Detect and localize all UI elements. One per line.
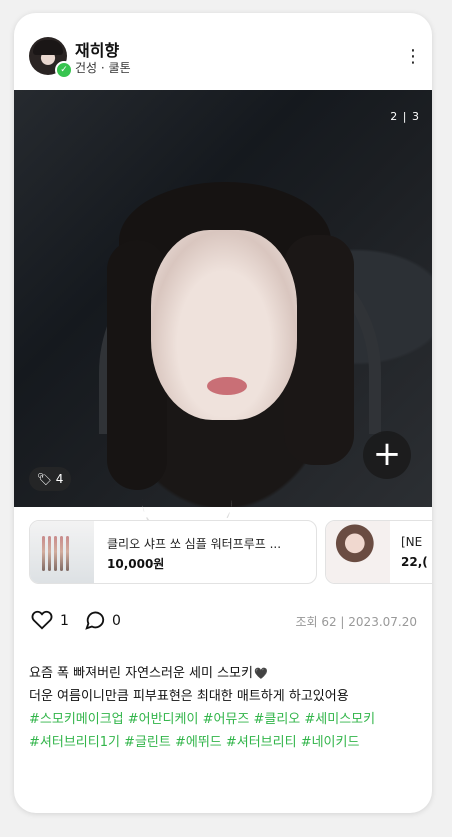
comment-icon[interactable] <box>84 609 106 631</box>
product-carousel[interactable]: 클리오 샤프 쏘 심플 워터프루프 ... 10,000원 [NE 22,( <box>29 520 432 588</box>
verified-icon: ✓ <box>55 61 73 79</box>
photo-counter: 2 | 3 <box>390 110 420 123</box>
eyeliner-pencil-image <box>42 536 45 571</box>
product-card[interactable]: 클리오 샤프 쏘 심플 워터프루프 ... 10,000원 <box>29 520 317 584</box>
product-price: 10,000원 <box>107 557 165 571</box>
post-actions: 1 0 조회 62 | 2023.07.20 <box>29 609 417 633</box>
more-options-icon[interactable]: ⋮ <box>404 46 422 68</box>
like-count: 1 <box>60 613 69 629</box>
product-price: 22,( <box>401 555 428 569</box>
add-button[interactable]: + <box>363 431 411 479</box>
view-date-meta: 조회 62 | 2023.07.20 <box>295 615 417 629</box>
caption-line: 요즘 폭 빠져버린 자연스러운 세미 스모키🖤 <box>29 662 417 685</box>
eyeliner-pencil-image <box>60 536 63 571</box>
tag-count: 4 <box>55 472 64 486</box>
eyeliner-pencil-image <box>54 536 57 571</box>
product-name: 클리오 샤프 쏘 심플 워터프루프 ... <box>107 537 282 551</box>
comment-count: 0 <box>112 613 121 629</box>
product-card[interactable]: [NE 22,( <box>325 520 432 584</box>
tag-count-badge[interactable]: 🏷 4 <box>29 467 71 491</box>
black-heart-icon: 🖤 <box>253 667 268 680</box>
product-name: [NE <box>401 535 423 549</box>
hashtags[interactable]: #스모키메이크업 #어반디케이 #어뮤즈 #클리오 #세미스모키 <box>29 708 417 731</box>
tag-icon: 🏷 <box>36 472 52 486</box>
product-thumbnail <box>326 521 390 583</box>
product-thumbnail <box>30 521 94 583</box>
post-card: ✓ 재히향 건성 · 쿨톤 ⋮ 2 | 3 🏷 4 + 클리오 샤프 쏘 심플 … <box>14 13 432 813</box>
heart-icon[interactable] <box>31 609 53 631</box>
caption-text: 요즘 폭 빠져버린 자연스러운 세미 스모키 <box>29 666 253 681</box>
hashtags[interactable]: #셔터브리티1기 #글린트 #에뛰드 #셔터브리티 #네이키드 <box>29 731 417 754</box>
caption-line: 더운 여름이니만큼 피부표현은 최대한 매트하게 하고있어용 <box>29 689 349 704</box>
post-caption: 요즘 폭 빠져버린 자연스러운 세미 스모키🖤 더운 여름이니만큼 피부표현은 … <box>29 662 417 754</box>
eyeliner-pencil-image <box>48 536 51 571</box>
username[interactable]: 재히향 <box>75 37 119 61</box>
post-header: ✓ 재히향 건성 · 쿨톤 ⋮ <box>14 13 432 90</box>
eyeliner-pencil-image <box>66 536 69 571</box>
lips-shape <box>207 377 247 395</box>
user-skin-info: 건성 · 쿨톤 <box>75 61 131 75</box>
